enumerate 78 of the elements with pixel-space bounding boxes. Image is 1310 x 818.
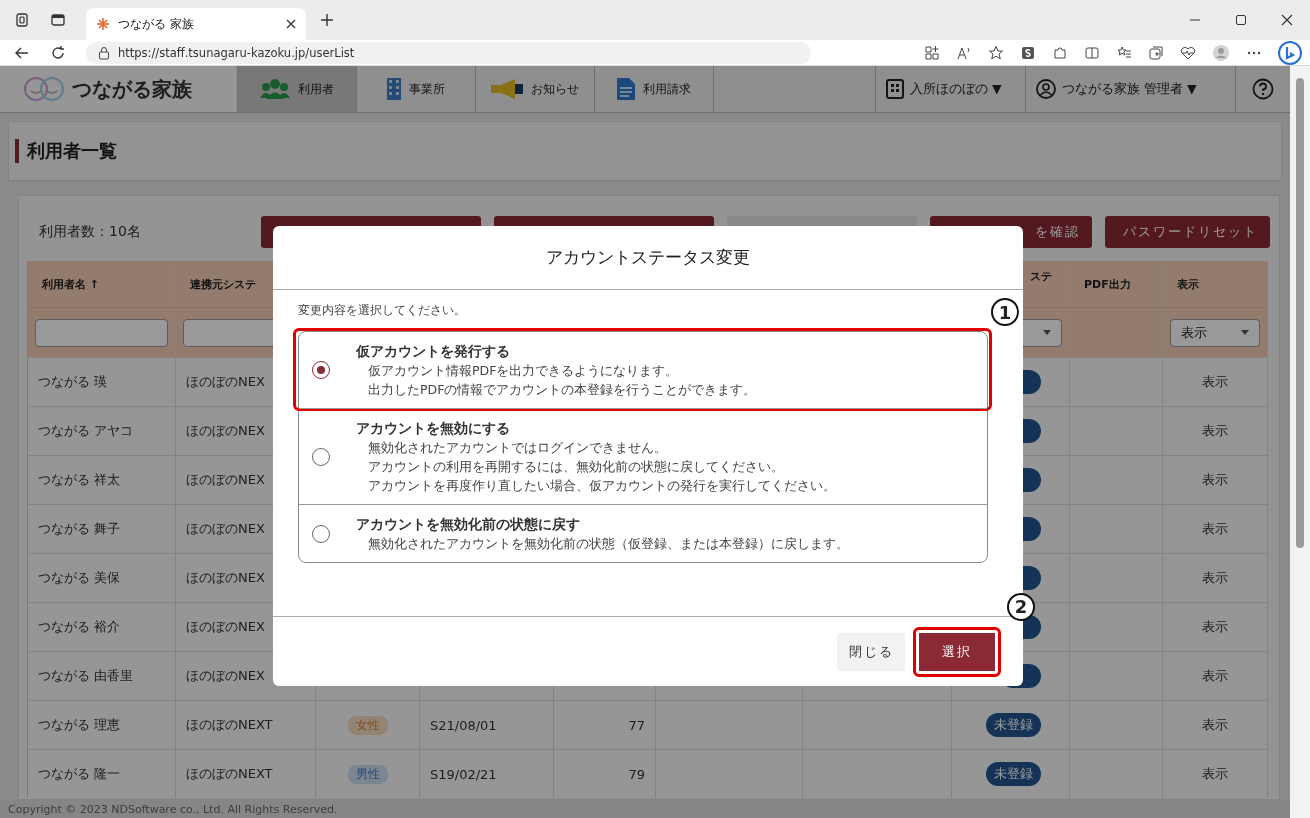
- facility-dropdown[interactable]: 入所ほのぼの ▼: [875, 66, 1025, 112]
- view-link[interactable]: 表示: [1202, 422, 1228, 440]
- gender-badge: 女性: [347, 715, 388, 735]
- extension-icon[interactable]: [1020, 44, 1036, 61]
- view-link[interactable]: 表示: [1202, 765, 1228, 783]
- document-icon: [617, 78, 635, 100]
- people-icon: [260, 78, 290, 100]
- option-row[interactable]: アカウントを無効化前の状態に戻す 無効化されたアカウントを無効化前の状態（仮登録、または本登録）に戻します。: [299, 504, 987, 562]
- close-icon[interactable]: [1281, 14, 1293, 26]
- view-link[interactable]: 表示: [1202, 716, 1228, 734]
- view-link[interactable]: 表示: [1202, 569, 1228, 587]
- callout-number: 1: [991, 298, 1019, 326]
- option-description: 無効化されたアカウントではログインできません。: [367, 439, 668, 457]
- tab-actions-icon[interactable]: [14, 12, 30, 28]
- callout-number: 2: [1007, 592, 1035, 621]
- option-description: 無効化されたアカウントを無効化前の状態（仮登録、または本登録）に戻します。: [367, 535, 849, 553]
- copyright-text: Copyright © 2023 NDSoftware co., Ltd. All Rights Reserved.: [8, 802, 338, 816]
- option-description: 仮アカウント情報PDFを出力できるようになります。: [367, 362, 680, 380]
- close-icon[interactable]: [286, 19, 296, 29]
- vertical-tabs-icon[interactable]: [50, 12, 66, 28]
- user-icon: [1036, 79, 1056, 99]
- user-count: 利用者数：10名: [38, 223, 142, 241]
- view-link[interactable]: 表示: [1202, 667, 1228, 685]
- maximize-icon[interactable]: [1235, 14, 1247, 26]
- refresh-icon[interactable]: [50, 44, 66, 61]
- nav-tab[interactable]: 事業所: [357, 66, 476, 112]
- page-title: 利用者一覧: [15, 139, 117, 163]
- table-cell: ほのぼのNEXT: [176, 750, 316, 798]
- split-screen-icon[interactable]: [1084, 44, 1100, 61]
- nav-tab[interactable]: お知らせ: [476, 66, 595, 112]
- option-title: アカウントを無効化前の状態に戻す: [356, 515, 581, 534]
- favorites-icon[interactable]: [1116, 44, 1132, 61]
- gender-badge: 男性: [347, 764, 388, 784]
- option-description: アカウントを再度作り直したい場合、仮アカウントの発行を実行してください。: [367, 477, 836, 495]
- heart-pulse-icon[interactable]: [1180, 44, 1196, 61]
- action-button[interactable]: パスワードリセット: [1105, 216, 1270, 248]
- building-icon: [387, 78, 401, 100]
- option-row[interactable]: アカウントを無効にする 無効化されたアカウントではログインできません。 アカウントの利用を再開するには、無効化前の状態に戻してください。 アカウントを再度作り直したい場合、仮アカウントの発行を実行してください。: [299, 408, 987, 504]
- caret-icon: [1043, 330, 1051, 335]
- browser-tab[interactable]: つながる 家族: [86, 8, 306, 40]
- nav-tab[interactable]: 利用者: [238, 66, 357, 112]
- caret-icon: [1241, 330, 1249, 335]
- filter-select[interactable]: 表示: [1170, 318, 1260, 347]
- megaphone-icon: [491, 79, 523, 99]
- view-link[interactable]: 表示: [1202, 373, 1228, 391]
- address-bar[interactable]: https://staff.tsunagaru-kazoku.jp/userList: [86, 41, 811, 64]
- option-title: 仮アカウントを発行する: [356, 342, 511, 361]
- collections-icon[interactable]: [1148, 44, 1164, 61]
- table-cell: S19/02/21: [420, 750, 554, 798]
- scrollbar[interactable]: [1290, 66, 1310, 818]
- lock-icon: [98, 45, 110, 60]
- filter-input[interactable]: [35, 318, 168, 347]
- building-icon: [886, 79, 904, 99]
- option-title: アカウントを無効にする: [356, 419, 511, 438]
- view-link[interactable]: 表示: [1202, 471, 1228, 489]
- favicon-icon: [96, 17, 110, 31]
- table-cell: つながる 隆一: [28, 750, 176, 798]
- linked-faces-icon: [22, 76, 66, 102]
- status-badge: 未登録: [986, 762, 1041, 786]
- dialog-button[interactable]: 選択: [913, 626, 1001, 677]
- view-link[interactable]: 表示: [1202, 520, 1228, 538]
- app-logo-text: つながる家族: [72, 75, 192, 103]
- app-grid-icon[interactable]: [924, 44, 940, 61]
- dialog-title: アカウントステータス変更: [273, 226, 1023, 290]
- star-icon[interactable]: [988, 44, 1004, 61]
- option-description: アカウントの利用を再開するには、無効化前の状態に戻してください。: [367, 458, 785, 476]
- user-dropdown[interactable]: つながる家族 管理者 ▼: [1025, 66, 1235, 112]
- table-cell: 79: [554, 750, 656, 798]
- profile-icon[interactable]: [1212, 43, 1230, 62]
- status-badge: 未登録: [986, 713, 1041, 737]
- nav-tab[interactable]: 利用請求: [595, 66, 714, 112]
- help-icon[interactable]: [1252, 78, 1274, 100]
- view-link[interactable]: 表示: [1202, 618, 1228, 636]
- chat-assistant-icon[interactable]: [1278, 40, 1302, 65]
- option-description: 出力したPDFの情報でアカウントの本登録を行うことができます。: [367, 381, 757, 399]
- tab-title: つながる 家族: [118, 15, 195, 33]
- url-text: https://staff.tsunagaru-kazoku.jp/userList: [118, 45, 355, 60]
- new-tab-icon[interactable]: [320, 13, 334, 27]
